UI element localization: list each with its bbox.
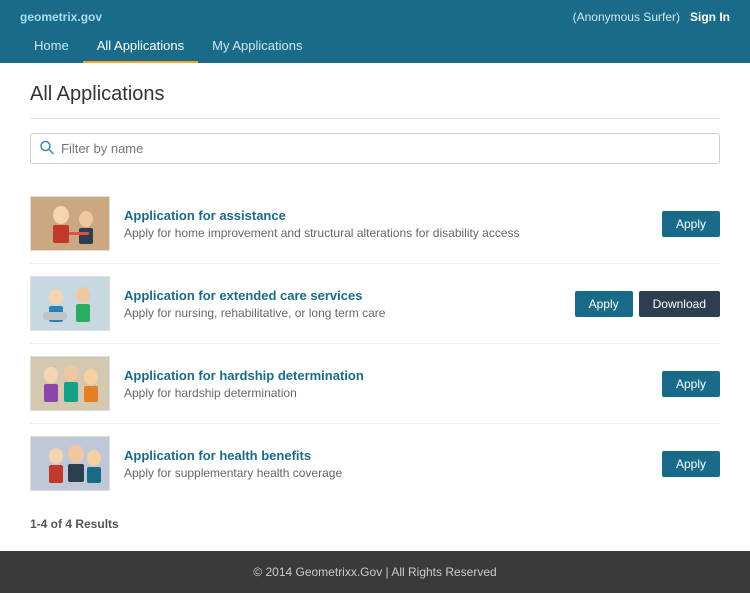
app-title[interactable]: Application for health benefits [124, 448, 311, 463]
app-description: Apply for home improvement and structura… [124, 226, 652, 240]
app-info: Application for health benefits Apply fo… [124, 448, 652, 480]
nav-item-all-applications[interactable]: All Applications [83, 30, 198, 63]
app-description: Apply for nursing, rehabilitative, or lo… [124, 306, 565, 320]
title-divider [30, 118, 720, 119]
list-item: Application for health benefits Apply fo… [30, 424, 720, 503]
list-item: Application for assistance Apply for hom… [30, 184, 720, 264]
list-item: Application for extended care services A… [30, 264, 720, 344]
sign-in-link[interactable]: Sign In [690, 10, 730, 24]
site-logo: geometrix.gov [20, 8, 102, 26]
app-info: Application for assistance Apply for hom… [124, 208, 652, 240]
search-icon [40, 140, 54, 157]
header-top: geometrix.gov (Anonymous Surfer) Sign In [0, 0, 750, 30]
apply-button[interactable]: Apply [662, 371, 720, 397]
apply-button[interactable]: Apply [662, 211, 720, 237]
app-title[interactable]: Application for hardship determination [124, 368, 364, 383]
page-title: All Applications [30, 83, 720, 106]
main-nav: Home All Applications My Applications [0, 30, 750, 63]
list-item: Application for hardship determination A… [30, 344, 720, 424]
nav-item-my-applications[interactable]: My Applications [198, 30, 316, 63]
application-list: Application for assistance Apply for hom… [30, 184, 720, 503]
app-actions: Apply [662, 451, 720, 477]
app-thumbnail [30, 356, 110, 411]
apply-button[interactable]: Apply [662, 451, 720, 477]
app-info: Application for extended care services A… [124, 288, 565, 320]
main-content: All Applications [0, 63, 750, 551]
app-actions: Apply Download [575, 291, 720, 317]
app-description: Apply for hardship determination [124, 386, 652, 400]
header-auth: (Anonymous Surfer) Sign In [573, 10, 730, 24]
download-button[interactable]: Download [639, 291, 720, 317]
app-info: Application for hardship determination A… [124, 368, 652, 400]
app-title[interactable]: Application for assistance [124, 208, 286, 223]
app-description: Apply for supplementary health coverage [124, 466, 652, 480]
app-title[interactable]: Application for extended care services [124, 288, 362, 303]
app-thumbnail [30, 276, 110, 331]
app-thumbnail [30, 436, 110, 491]
app-thumbnail [30, 196, 110, 251]
footer-text: © 2014 Geometrixx.Gov | All Rights Reser… [253, 565, 496, 579]
nav-item-home[interactable]: Home [20, 30, 83, 63]
logo-text: geometrix [20, 10, 77, 24]
logo-tld: .gov [77, 10, 102, 24]
header: geometrix.gov (Anonymous Surfer) Sign In… [0, 0, 750, 63]
results-count: 1-4 of 4 Results [30, 517, 720, 531]
footer: © 2014 Geometrixx.Gov | All Rights Reser… [0, 551, 750, 593]
search-bar [30, 133, 720, 164]
apply-button[interactable]: Apply [575, 291, 633, 317]
app-actions: Apply [662, 211, 720, 237]
search-input[interactable] [30, 133, 720, 164]
anonymous-user-text: (Anonymous Surfer) [573, 10, 680, 24]
app-actions: Apply [662, 371, 720, 397]
